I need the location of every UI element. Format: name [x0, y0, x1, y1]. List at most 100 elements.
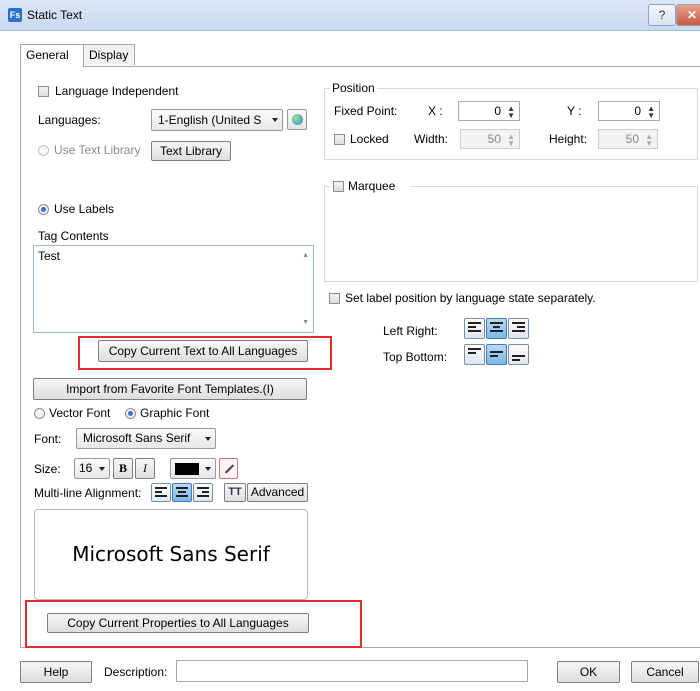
spinner-icon[interactable]: ▲ ▼	[647, 105, 655, 120]
text-format-button[interactable]: TT	[224, 483, 246, 502]
vector-font-radio[interactable]	[34, 408, 45, 419]
app-icon: Fs	[8, 8, 22, 22]
align-right-icon	[197, 487, 209, 498]
italic-button[interactable]: I	[135, 458, 155, 479]
chevron-down-icon	[205, 466, 211, 471]
advanced-button[interactable]: Advanced	[247, 483, 308, 502]
language-select[interactable]: 1-English (United S	[151, 109, 283, 131]
description-input[interactable]	[176, 660, 528, 682]
scroll-down-icon[interactable]: ▼	[302, 319, 309, 326]
size-select-value: 16	[79, 461, 93, 475]
color-picker-button[interactable]	[219, 458, 238, 479]
marquee-checkbox[interactable]	[333, 181, 344, 192]
chevron-down-icon	[205, 436, 211, 441]
vector-font-label: Vector Font	[49, 406, 111, 420]
size-select[interactable]: 16	[74, 458, 110, 479]
help-button[interactable]: Help	[20, 661, 92, 683]
y-value: 0	[634, 104, 641, 118]
y-spinbox[interactable]: 0 ▲ ▼	[598, 101, 660, 121]
align-left-icon	[468, 322, 481, 335]
language-select-value: 1-English (United S	[158, 113, 262, 127]
label-top-button[interactable]	[464, 344, 485, 365]
tag-contents-label: Tag Contents	[38, 229, 109, 243]
size-label: Size:	[34, 462, 61, 476]
text-library-button[interactable]: Text Library	[151, 141, 231, 161]
x-label: X :	[428, 104, 443, 118]
width-spinbox[interactable]: 50 ▲ ▼	[460, 129, 520, 149]
set-label-position-checkbox[interactable]	[329, 293, 340, 304]
align-center-button[interactable]	[172, 483, 192, 502]
graphic-font-label: Graphic Font	[140, 406, 210, 420]
help-titlebar-button[interactable]: ?	[648, 4, 676, 26]
language-independent-checkbox[interactable]	[38, 86, 49, 97]
position-legend: Position	[330, 81, 377, 95]
marquee-label: Marquee	[348, 179, 396, 193]
tab-display[interactable]: Display	[83, 44, 135, 65]
multiline-alignment-label: Multi-line Alignment:	[34, 486, 142, 500]
label-center-button[interactable]	[486, 318, 507, 339]
set-label-position-label: Set label position by language state sep…	[345, 291, 596, 305]
import-font-templates-button[interactable]: Import from Favorite Font Templates.(I)	[33, 378, 307, 400]
left-right-label: Left Right:	[383, 324, 438, 338]
font-color-select[interactable]	[170, 458, 216, 479]
width-label: Width:	[414, 132, 449, 146]
use-text-library-label: Use Text Library	[54, 143, 141, 157]
spinner-icon[interactable]: ▲ ▼	[645, 133, 653, 148]
align-left-icon	[155, 487, 167, 498]
use-labels-label: Use Labels	[54, 202, 115, 216]
locked-checkbox[interactable]	[334, 134, 345, 145]
chevron-down-icon	[99, 466, 105, 471]
ok-button[interactable]: OK	[557, 661, 620, 683]
font-color-swatch	[175, 463, 199, 475]
font-select[interactable]: Microsoft Sans Serif	[76, 428, 216, 449]
highlight-box-copy-text	[78, 336, 332, 370]
align-right-button[interactable]	[193, 483, 213, 502]
highlight-box-copy-properties	[25, 600, 362, 648]
marquee-groupbox	[324, 186, 698, 282]
x-value: 0	[494, 104, 501, 118]
height-value: 50	[625, 132, 639, 146]
bold-button[interactable]: B	[113, 458, 133, 479]
font-select-value: Microsoft Sans Serif	[83, 431, 191, 445]
eyedropper-icon	[224, 464, 235, 474]
scroll-up-icon[interactable]: ▲	[302, 252, 309, 259]
use-text-library-radio[interactable]	[38, 145, 49, 156]
chevron-down-icon	[272, 118, 278, 122]
height-spinbox[interactable]: 50 ▲ ▼	[598, 129, 658, 149]
label-middle-button[interactable]	[486, 344, 507, 365]
y-label: Y :	[567, 104, 582, 118]
label-bottom-button[interactable]	[508, 344, 529, 365]
top-bottom-label: Top Bottom:	[383, 350, 448, 364]
font-label: Font:	[34, 432, 62, 446]
font-preview: Microsoft Sans Serif	[34, 509, 308, 600]
spinner-icon[interactable]: ▲ ▼	[507, 105, 515, 120]
tag-contents-textarea[interactable]: Test ▲ ▼	[33, 245, 314, 333]
align-top-icon	[468, 348, 481, 361]
use-labels-radio[interactable]	[38, 204, 49, 215]
tag-contents-text: Test	[38, 249, 61, 263]
title-bar	[0, 0, 700, 31]
position-groupbox	[324, 88, 698, 160]
description-label: Description:	[104, 665, 168, 679]
label-right-button[interactable]	[508, 318, 529, 339]
globe-button[interactable]	[287, 109, 307, 130]
align-center-icon	[490, 322, 503, 335]
align-right-icon	[512, 322, 525, 335]
locked-label: Locked	[350, 132, 389, 146]
close-button[interactable]: ✕	[676, 4, 700, 26]
cancel-button[interactable]: Cancel	[631, 661, 699, 683]
spinner-icon[interactable]: ▲ ▼	[507, 133, 515, 148]
align-center-icon	[176, 487, 188, 498]
window-title: Static Text	[27, 8, 83, 22]
width-value: 50	[487, 132, 501, 146]
align-bottom-icon	[512, 355, 525, 361]
globe-icon	[292, 114, 303, 125]
label-left-button[interactable]	[464, 318, 485, 339]
align-left-button[interactable]	[151, 483, 171, 502]
languages-label: Languages:	[38, 113, 101, 127]
tab-general[interactable]: General	[20, 44, 84, 67]
x-spinbox[interactable]: 0 ▲ ▼	[458, 101, 520, 121]
graphic-font-radio[interactable]	[125, 408, 136, 419]
align-middle-icon	[490, 351, 503, 361]
language-independent-label: Language Independent	[55, 84, 179, 98]
